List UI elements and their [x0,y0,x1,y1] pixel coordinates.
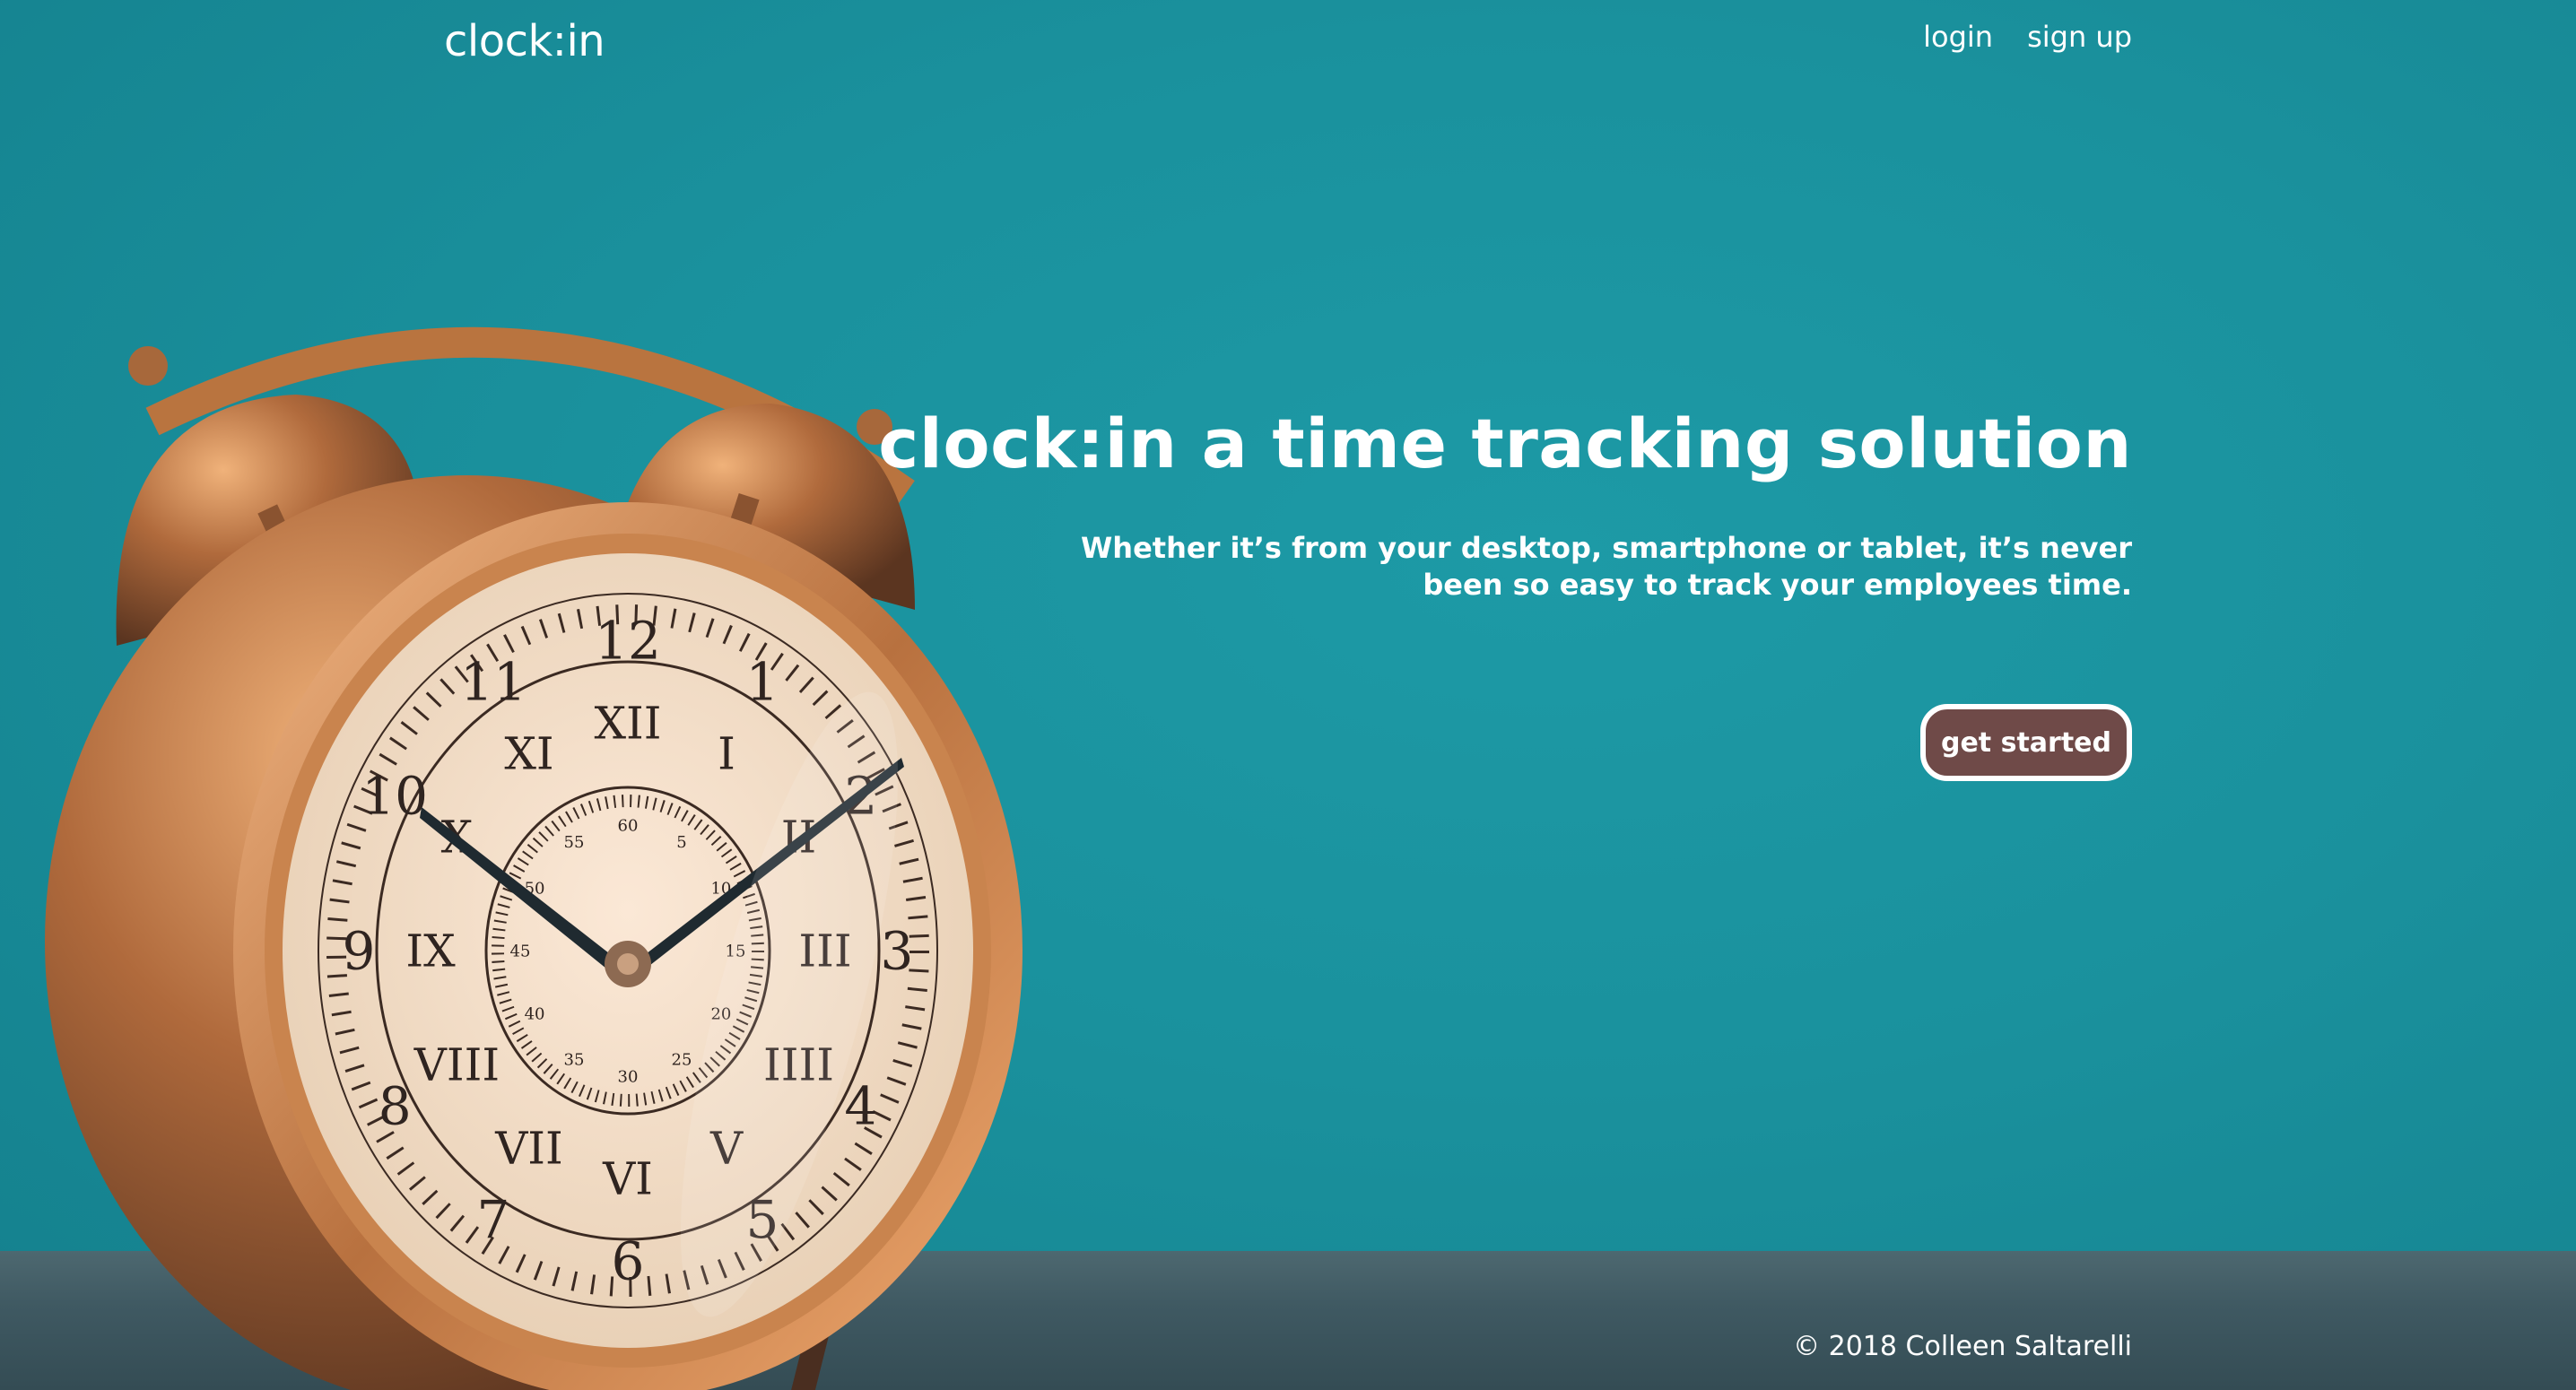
get-started-button[interactable]: get started [1920,704,2132,781]
clock-numeral: 11 [460,652,527,713]
clock-numeral: 7 [477,1189,510,1250]
clock-roman-numeral: VII [494,1122,563,1174]
clock-numeral: 9 [343,920,376,981]
brand-logo-link[interactable]: clock:in [444,16,605,66]
clock-numeral: 1 [746,652,779,713]
clock-minute-label: 35 [564,1051,585,1070]
clock-minute-label: 25 [672,1051,692,1070]
clock-roman-numeral: XII [594,698,661,750]
clock-numeral: 6 [612,1230,645,1291]
clock-numeral: 10 [361,765,428,826]
hero-title: clock:in a time tracking solution [878,404,2132,483]
hero-section: clock:in a time tracking solution Whethe… [876,404,2132,604]
clock-numeral: 3 [881,920,914,981]
clock-roman-numeral: VIII [413,1039,500,1091]
clock-roman-numeral: VI [602,1153,653,1205]
clock-minute-label: 40 [525,1004,545,1023]
clock-numeral: 8 [379,1075,412,1136]
top-nav: login sign up [1923,20,2132,54]
clock-minute-label: 5 [676,833,686,852]
signup-link[interactable]: sign up [2027,20,2132,54]
clock-minute-label: 55 [564,833,585,852]
clock-roman-numeral: XI [504,728,553,780]
clock-roman-numeral: IX [405,925,456,977]
footer-copyright: © 2018 Colleen Saltarelli [1793,1331,2132,1362]
clock-minute-label: 45 [510,942,531,960]
clock-minute-label: 30 [618,1067,639,1086]
clock-numeral: 4 [844,1075,877,1136]
clock-minute-label: 60 [618,816,639,835]
clock-roman-numeral: I [718,728,735,780]
login-link[interactable]: login [1923,20,1993,54]
clock-numeral: 12 [595,610,661,671]
hero-subtitle: Whether it’s from your desktop, smartpho… [1081,531,2132,602]
